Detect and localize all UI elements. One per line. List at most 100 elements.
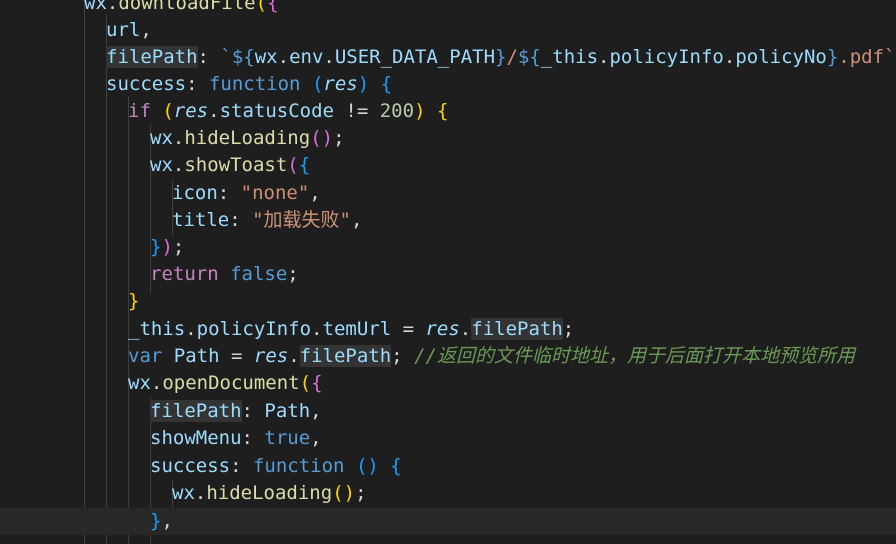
code-line-content: url,	[106, 17, 152, 44]
code-token: (	[287, 154, 299, 176]
code-token: wx	[150, 154, 173, 176]
code-line-content: var Path = res.filePath; //返回的文件临时地址，用于后…	[128, 343, 855, 370]
code-line-content: },	[150, 508, 173, 535]
code-line-content: });	[150, 234, 184, 261]
code-line-content: return false;	[150, 261, 299, 288]
code-token: ()	[310, 127, 334, 149]
code-token: }	[495, 46, 507, 68]
code-token: 200	[379, 100, 415, 122]
code-token: (	[162, 100, 174, 122]
code-token: function	[252, 455, 345, 477]
code-token: !=	[333, 100, 380, 122]
code-token: wx	[150, 127, 173, 149]
code-line-content: showMenu: true,	[150, 425, 322, 452]
code-token: policyInfo	[609, 46, 724, 68]
code-token: ,	[309, 182, 321, 204]
code-line-content: filePath: `${wx.env.USER_DATA_PATH}/${_t…	[106, 44, 896, 71]
code-token: .	[150, 372, 163, 394]
code-token: icon	[172, 182, 218, 204]
code-line-content: wx.openDocument({	[128, 370, 323, 397]
code-token: .	[277, 46, 290, 68]
code-token: (	[255, 0, 268, 14]
code-token: temUrl	[322, 318, 392, 340]
code-token: showToast	[184, 154, 288, 176]
code-line-content: success: function (res) {	[106, 71, 392, 98]
code-token: =	[391, 318, 426, 340]
code-token: ()	[332, 482, 356, 504]
code-token: hideLoading	[206, 482, 333, 504]
code-token: wx	[254, 46, 278, 68]
code-token: _this	[540, 46, 599, 68]
code-token: {	[390, 455, 402, 477]
code-editor[interactable]: wx.downloadFile({url, filePath: `${wx.env…	[0, 0, 896, 544]
code-line-content: wx.hideLoading();	[172, 480, 367, 507]
code-token: "none"	[240, 182, 310, 204]
code-token: ,	[310, 427, 322, 449]
code-line-content: _this.policyInfo.temUrl = res.filePath;	[128, 316, 574, 343]
code-token: success	[106, 73, 187, 95]
code-token: {	[436, 100, 449, 122]
code-token: statusCode	[219, 100, 334, 122]
code-token: var	[128, 345, 163, 367]
code-token: (	[299, 372, 312, 394]
code-line-content: if (res.statusCode != 200) {	[128, 98, 448, 125]
code-line-content: wx.hideLoading();	[150, 125, 345, 152]
code-token: ()	[355, 455, 379, 477]
code-token: //返回的文件临时地址，用于后面打开本地预览所用	[414, 345, 855, 367]
code-token: true	[264, 427, 311, 449]
code-token: "加载失败"	[252, 209, 351, 231]
code-token: ,	[140, 19, 152, 41]
code-line-content: wx.showToast({	[150, 152, 310, 179]
code-token: /	[506, 46, 518, 68]
code-line-content: }	[128, 288, 139, 315]
code-token: USER_DATA_PATH	[334, 46, 496, 68]
code-token: Path	[264, 400, 311, 422]
code-token: ;	[287, 263, 299, 285]
code-token: .	[288, 345, 300, 367]
code-token: ,	[350, 209, 363, 231]
code-token: ;	[172, 236, 185, 258]
code-token: title	[172, 209, 230, 231]
code-token: downloadFile	[118, 0, 256, 14]
code-token: res	[425, 318, 460, 340]
code-token: .	[208, 100, 220, 122]
code-line-content: wx.downloadFile({	[84, 0, 279, 17]
code-token: :	[241, 400, 265, 422]
code-token: res	[253, 345, 289, 367]
code-token: `${	[220, 46, 255, 68]
code-token: :	[230, 455, 253, 477]
code-token: }	[150, 510, 162, 532]
code-token: showMenu	[150, 427, 242, 449]
code-token: .	[172, 127, 185, 149]
code-token: ,	[310, 400, 322, 422]
code-token: .	[185, 318, 197, 340]
code-token: openDocument	[162, 372, 300, 394]
code-token: policyInfo	[196, 318, 312, 340]
code-token: wx	[84, 0, 107, 14]
code-token: .	[172, 154, 185, 176]
code-token: if	[128, 100, 151, 122]
code-token: )	[414, 100, 426, 122]
code-token: function	[208, 73, 301, 95]
code-line-current[interactable]: },	[0, 508, 896, 535]
code-token: ;	[355, 482, 367, 504]
code-token: :	[186, 73, 209, 95]
code-token: {	[267, 0, 279, 14]
code-line-content: icon: "none",	[172, 180, 321, 207]
code-token: false	[230, 263, 288, 285]
code-token: wx	[172, 482, 195, 504]
code-token: .pdf`	[838, 46, 896, 68]
code-token: return	[150, 263, 219, 285]
code-token: ;	[391, 345, 403, 367]
code-token: filePath	[106, 46, 198, 68]
code-token: .	[459, 318, 472, 340]
code-token: .	[723, 46, 736, 68]
code-line-content: success: function () {	[150, 453, 402, 480]
code-token: .	[598, 46, 610, 68]
code-token: res	[173, 100, 209, 122]
